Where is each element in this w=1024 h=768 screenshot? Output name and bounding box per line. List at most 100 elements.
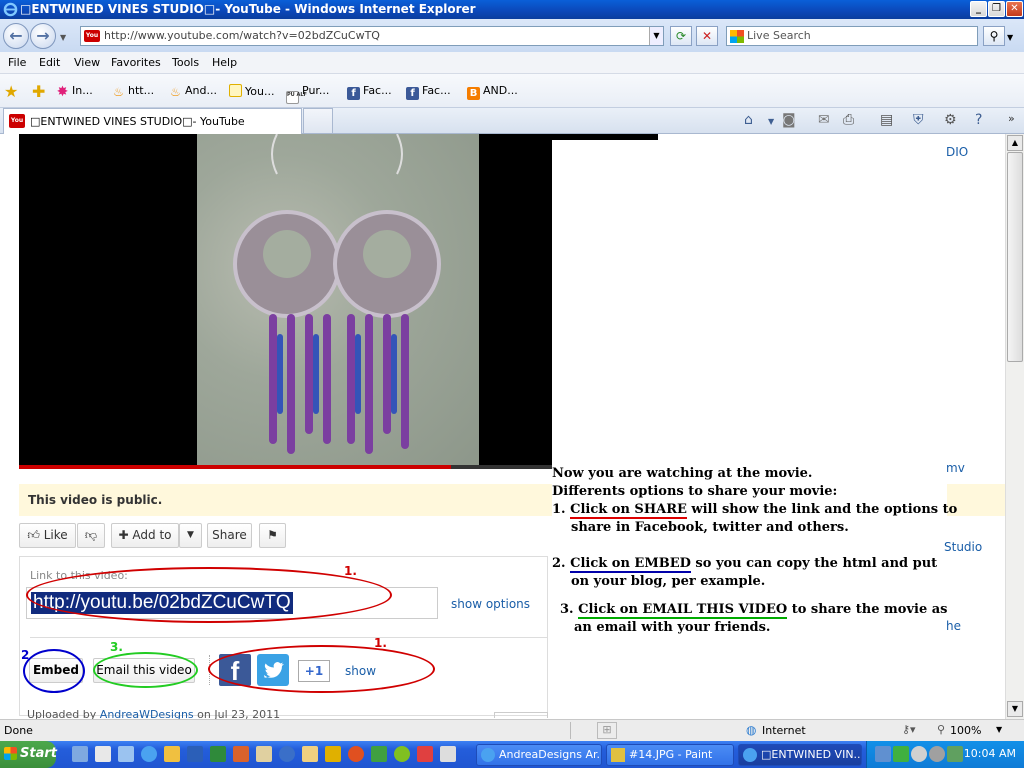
video-player[interactable] (19, 134, 552, 467)
home-dropdown-icon[interactable]: ▼ (768, 117, 774, 126)
quicklaunch-icon[interactable] (256, 746, 272, 762)
gear-icon[interactable]: ⚙ (944, 112, 957, 128)
quicklaunch-icon[interactable] (417, 746, 433, 762)
tray-icon[interactable] (893, 746, 909, 762)
quicklaunch-icon[interactable] (348, 746, 364, 762)
instruction-item-2-cont: on your blog, per example. (571, 574, 766, 589)
page-content: This video is public. 👍︎ Like 👎︎ ✚ Add t… (0, 134, 1005, 719)
quicklaunch-icon[interactable] (302, 746, 318, 762)
divider (570, 722, 571, 739)
black-bar (552, 134, 658, 140)
start-button[interactable]: Start (0, 741, 57, 768)
sidebar-fragment[interactable]: DIO (946, 145, 968, 159)
zoom-dropdown-icon[interactable]: ▼ (996, 725, 1002, 734)
stop-button[interactable]: ✕ (696, 26, 718, 46)
taskbar-item-andreadesigns[interactable]: AndreaDesigns Ar... (476, 744, 602, 766)
sidebar-fragment[interactable]: he (946, 619, 961, 633)
quicklaunch-icon[interactable] (118, 746, 134, 762)
uploaded-by: Uploaded by AndreaWDesigns on Jul 23, 20… (27, 708, 281, 719)
quicklaunch-icon[interactable] (325, 746, 341, 762)
quicklaunch-icon[interactable] (440, 746, 456, 762)
favorite-link[interactable]: PU ALFPur... (286, 84, 329, 104)
protected-mode-icon[interactable]: ⚷▾ (902, 723, 916, 736)
vertical-scrollbar[interactable]: ▲ ▼ (1005, 134, 1024, 719)
minimize-button[interactable]: _ (970, 1, 987, 17)
show-options-link[interactable]: show options (451, 597, 530, 611)
zoom-level[interactable]: 100% (950, 724, 981, 737)
help-icon[interactable]: ? (975, 112, 982, 128)
favorites-star-icon[interactable]: ★ (4, 82, 18, 101)
tray-icon[interactable] (929, 746, 945, 762)
scroll-up-icon[interactable]: ▲ (1007, 135, 1023, 151)
back-button[interactable]: ← (3, 23, 29, 49)
uploader-link[interactable]: AndreaWDesigns (100, 708, 194, 719)
menu-help[interactable]: Help (212, 56, 237, 69)
favorite-link[interactable]: f Fac... (406, 84, 451, 100)
chevron-down-icon: ▼ (187, 530, 194, 540)
favorite-link[interactable]: ✸ In... (56, 84, 93, 99)
live-search-icon (730, 30, 744, 43)
search-icon[interactable]: ⚲ (983, 26, 1005, 46)
forward-button[interactable]: → (30, 23, 56, 49)
quicklaunch-powerpoint-icon[interactable] (233, 746, 249, 762)
favorite-link[interactable]: ♨ And... (169, 84, 217, 99)
chevron-right-icon[interactable]: » (1008, 112, 1015, 125)
quicklaunch-icon[interactable] (394, 746, 410, 762)
menu-file[interactable]: File (8, 56, 26, 69)
feeds-icon[interactable]: ◙ (782, 112, 796, 128)
menu-favorites[interactable]: Favorites (111, 56, 161, 69)
quicklaunch-icon[interactable] (371, 746, 387, 762)
history-dropdown-icon[interactable]: ▼ (60, 33, 66, 42)
favorite-link[interactable]: B AND... (467, 84, 518, 100)
menu-tools[interactable]: Tools (172, 56, 199, 69)
favorite-link[interactable]: You... (229, 84, 274, 98)
new-tab-button[interactable] (303, 108, 333, 134)
quicklaunch-media-icon[interactable] (279, 746, 295, 762)
tray-icon[interactable] (875, 746, 891, 762)
youtube-favicon-icon: You (9, 114, 25, 128)
tray-icon[interactable] (947, 746, 963, 762)
taskbar-item-paint[interactable]: #14.JPG - Paint (606, 744, 734, 766)
dislike-button[interactable]: 👎︎ (77, 523, 105, 548)
page-icon[interactable]: ▤ (880, 112, 893, 128)
address-bar[interactable]: You http://www.youtube.com/watch?v=02bdZ… (80, 26, 664, 46)
favorite-link[interactable]: f Fac... (347, 84, 392, 100)
quicklaunch-icon[interactable] (95, 746, 111, 762)
close-button[interactable]: ✕ (1006, 1, 1023, 17)
quicklaunch-icon[interactable] (72, 746, 88, 762)
print-icon[interactable]: ⎙ (843, 112, 854, 128)
refresh-button[interactable]: ⟳ (670, 26, 692, 46)
video-progress-bar[interactable] (19, 465, 552, 469)
scroll-thumb[interactable] (1007, 152, 1023, 362)
sidebar-fragment[interactable]: mv (946, 461, 965, 475)
menu-edit[interactable]: Edit (39, 56, 60, 69)
favorite-link[interactable]: ♨ htt... (112, 84, 154, 99)
tab-youtube[interactable]: You □ENTWINED VINES STUDIO□- YouTube (3, 108, 302, 134)
menu-view[interactable]: View (74, 56, 100, 69)
maximize-button[interactable]: ❐ (988, 1, 1005, 17)
search-options-dropdown-icon[interactable]: ▼ (1007, 33, 1013, 42)
add-to-dropdown-button[interactable]: ▼ (179, 523, 202, 548)
popup-blocker-icon[interactable]: ⊞ (597, 722, 617, 739)
address-dropdown-icon[interactable]: ▼ (649, 27, 663, 45)
tray-icon[interactable] (911, 746, 927, 762)
flag-button[interactable]: ⚑ (259, 523, 286, 548)
home-icon[interactable]: ⌂ (744, 112, 753, 128)
safety-icon[interactable]: ⛨ (913, 112, 924, 128)
quicklaunch-excel-icon[interactable] (210, 746, 226, 762)
like-button[interactable]: 👍︎ Like (19, 523, 76, 548)
add-favorite-icon[interactable]: ✚ (32, 82, 45, 101)
share-button[interactable]: Share (207, 523, 252, 548)
quicklaunch-icon[interactable] (164, 746, 180, 762)
quicklaunch-word-icon[interactable] (187, 746, 203, 762)
mail-icon[interactable]: ✉ (818, 112, 830, 128)
annotation-number: 2 (21, 648, 30, 662)
taskbar-item-youtube[interactable]: □ENTWINED VIN... (738, 744, 862, 766)
quicklaunch-ie-icon[interactable] (141, 746, 157, 762)
subscribe-button-edge[interactable] (494, 712, 548, 718)
internet-explorer-icon (481, 748, 495, 762)
add-to-button[interactable]: ✚ Add to (111, 523, 179, 548)
scroll-down-icon[interactable]: ▼ (1007, 701, 1023, 717)
search-input[interactable]: Live Search (726, 26, 978, 46)
sidebar-fragment[interactable]: Studio (944, 540, 982, 554)
